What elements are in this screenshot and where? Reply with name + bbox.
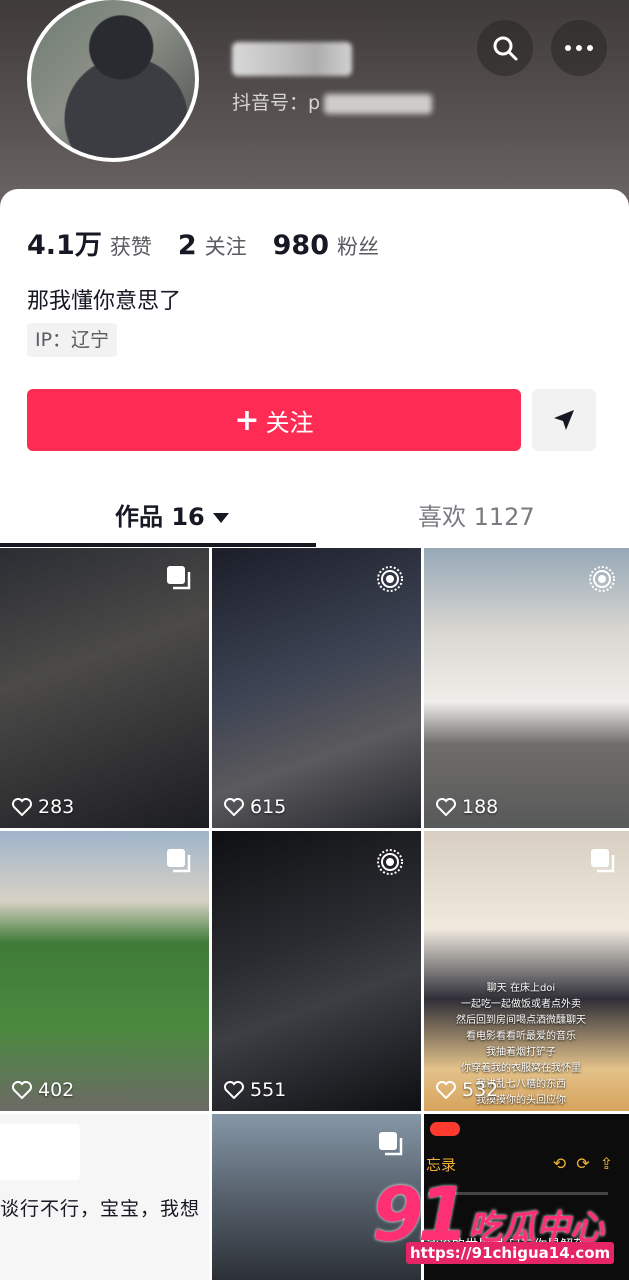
chat-bubble [0, 1124, 80, 1180]
like-count-value: 283 [38, 796, 75, 818]
profile-panel: 4.1万 获赞 2 关注 980 粉丝 那我懂你意思了 IP：辽宁 + 关注 作… [0, 189, 629, 549]
heart-icon [224, 798, 244, 816]
stat-likes-label: 获赞 [109, 235, 152, 259]
multi-image-icon [167, 849, 191, 873]
active-tab-indicator [0, 543, 316, 547]
stat-followers[interactable]: 980 粉丝 [273, 230, 379, 261]
heart-icon [436, 1081, 456, 1099]
live-photo-icon [377, 849, 403, 875]
multi-image-icon [167, 566, 191, 590]
heart-icon [12, 798, 32, 816]
stat-likes[interactable]: 4.1万 获赞 [27, 223, 152, 262]
heart-icon [436, 798, 456, 816]
plus-icon: + [234, 402, 260, 438]
video-thumbnail[interactable]: 188 [424, 548, 629, 828]
username-blurred [232, 42, 352, 76]
avatar[interactable] [27, 0, 199, 162]
stat-following-label: 关注 [204, 235, 247, 259]
like-count-value: 551 [250, 1079, 287, 1101]
caret-down-icon [212, 513, 229, 523]
site-watermark: 91 吃瓜中心 https://91chigua14.com [372, 1168, 629, 1280]
like-count-value: 615 [250, 796, 287, 818]
profile-header: 抖音号：p [0, 0, 629, 215]
search-button[interactable] [477, 20, 533, 76]
stat-following-value: 2 [177, 230, 197, 261]
like-count-value: 402 [38, 1079, 75, 1101]
caption-line: 我抽着烟打铲子 [486, 1047, 556, 1058]
send-icon [554, 410, 574, 430]
more-icon [565, 45, 593, 51]
douyin-id-prefix: p [308, 92, 321, 114]
caption-line: 然后回到房间喝点酒微醺聊天 [456, 1015, 586, 1026]
caption-line: 一起吃一起做饭或者点外卖 [461, 999, 581, 1010]
ip-location-tag: IP：辽宁 [27, 323, 118, 357]
like-count: 532 [436, 1079, 498, 1101]
recording-indicator [430, 1122, 460, 1136]
live-photo-icon [377, 566, 403, 592]
like-count: 188 [436, 796, 498, 818]
like-count-value: 188 [462, 796, 499, 818]
bio: 那我懂你意思了 [27, 289, 182, 314]
caption-line: 你穿着我的衣服窝在我怀里 [461, 1063, 581, 1074]
follow-button[interactable]: + 关注 [27, 389, 521, 451]
tab-works[interactable]: 作品 16 [115, 497, 229, 532]
video-thumbnail[interactable]: 402 [0, 831, 209, 1111]
douyin-id: 抖音号：p [232, 88, 433, 115]
profile-tabs: 作品 16 喜欢 1127 [0, 485, 629, 547]
like-count: 551 [224, 1079, 286, 1101]
follow-label: 关注 [265, 408, 314, 437]
douyin-id-blurred [324, 93, 433, 114]
like-count: 402 [12, 1079, 74, 1101]
video-thumbnail[interactable]: 551 [212, 831, 421, 1111]
heart-icon [12, 1081, 32, 1099]
stat-following[interactable]: 2 关注 [178, 230, 247, 261]
tab-works-label: 作品 16 [115, 503, 205, 531]
text-snippet: 谈行不行，宝宝，我想 [0, 1198, 201, 1220]
caption-line: 聊天 在床上doi [486, 983, 556, 994]
like-count: 615 [224, 796, 286, 818]
more-button[interactable] [551, 20, 607, 76]
multi-image-icon [591, 849, 615, 873]
tab-liked-label: 喜欢 1127 [418, 503, 535, 531]
live-photo-icon [589, 566, 615, 592]
multi-image-icon [379, 1132, 403, 1156]
video-thumbnail[interactable]: 615 [212, 548, 421, 828]
search-icon [493, 36, 518, 61]
phone-status-bar [424, 1114, 629, 1144]
tab-liked[interactable]: 喜欢 1127 [418, 497, 535, 532]
video-thumbnail[interactable]: 谈行不行，宝宝，我想 [0, 1114, 209, 1280]
douyin-id-label: 抖音号： [232, 92, 309, 114]
video-thumbnail[interactable]: 聊天 在床上doi 一起吃一起做饭或者点外卖 然后回到房间喝点酒微醺聊天 看电影… [424, 831, 629, 1111]
video-thumbnail[interactable]: 283 [0, 548, 209, 828]
stat-likes-value: 4.1万 [27, 230, 102, 261]
message-button[interactable] [532, 389, 596, 451]
watermark-url: https://91chigua14.com [406, 1242, 615, 1264]
stat-followers-label: 粉丝 [337, 235, 380, 259]
stat-followers-value: 980 [272, 230, 330, 261]
caption-line: 看电影看看听最爱的音乐 [466, 1031, 576, 1042]
profile-stats: 4.1万 获赞 2 关注 980 粉丝 [27, 223, 405, 262]
like-count-value: 532 [462, 1079, 499, 1101]
like-count: 283 [12, 796, 74, 818]
heart-icon [224, 1081, 244, 1099]
